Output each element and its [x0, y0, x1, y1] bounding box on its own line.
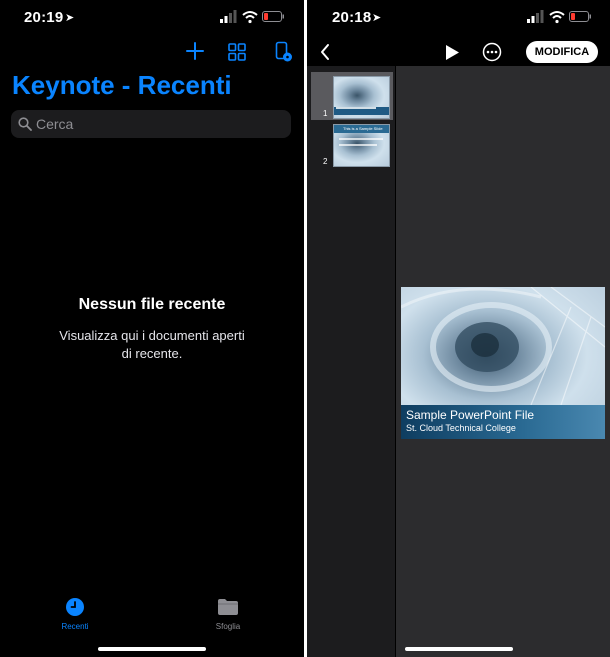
location-icon: ➤ — [65, 12, 75, 24]
empty-state-title: Nessun file recente — [78, 296, 226, 313]
grid-view-icon[interactable] — [228, 43, 246, 61]
status-bar: 20:19 ➤ — [0, 0, 304, 36]
slide-background-graphic — [401, 287, 605, 405]
document-options-icon[interactable] — [275, 41, 293, 63]
slide-subtitle: St. Cloud Technical College — [406, 423, 516, 433]
status-time: 20:19 — [24, 9, 64, 26]
status-bar: 20:18 ➤ — [307, 0, 610, 36]
empty-state-subtitle-line1: Visualizza qui i documenti aperti — [59, 328, 245, 343]
tab-recenti-label: Recenti — [61, 622, 89, 631]
page-title: Keynote - Recenti — [12, 70, 232, 100]
search-field[interactable]: Cerca — [11, 110, 291, 138]
empty-state-subtitle-line2: di recente. — [121, 346, 183, 361]
empty-state-subtitle: Visualizza qui i documenti aperti di rec… — [40, 327, 264, 363]
search-placeholder: Cerca — [36, 116, 74, 132]
status-icons — [527, 10, 591, 24]
folder-icon — [218, 599, 238, 615]
slide-thumbnail-2-title: This is a Sample Slide — [343, 126, 383, 131]
signal-icon — [527, 10, 544, 23]
more-options-icon[interactable] — [482, 42, 502, 62]
wifi-icon — [549, 11, 565, 24]
current-slide[interactable]: Sample PowerPoint File St. Cloud Technic… — [401, 287, 605, 439]
status-icons — [220, 10, 284, 24]
tab-recenti[interactable]: Recenti — [52, 597, 98, 631]
tab-sfoglia-label: Sfoglia — [215, 622, 241, 631]
edit-button[interactable]: MODIFICA — [526, 41, 598, 63]
presentation-viewer-screen: 20:18 ➤ MODIFICA 1 2 This is a Sample Sl… — [307, 0, 610, 657]
clock-icon — [66, 598, 84, 616]
slide-number-1: 1 — [323, 109, 328, 118]
tab-sfoglia[interactable]: Sfoglia — [205, 597, 251, 631]
back-chevron-icon[interactable] — [319, 43, 331, 61]
keynote-recents-screen: 20:19 ➤ Keynote - Recenti Cerca Nessun f… — [0, 0, 304, 657]
battery-icon — [262, 11, 284, 22]
home-indicator[interactable] — [98, 647, 206, 651]
location-icon: ➤ — [372, 12, 382, 24]
add-icon[interactable] — [186, 42, 204, 60]
slide-thumbnail-2[interactable]: This is a Sample Slide — [333, 124, 390, 167]
wifi-icon — [242, 11, 258, 24]
slide-title: Sample PowerPoint File — [406, 408, 535, 422]
slide-navigator: 1 2 This is a Sample Slide — [307, 66, 395, 657]
slide-number-2: 2 — [323, 157, 328, 166]
search-icon — [18, 117, 32, 131]
status-time: 20:18 — [332, 9, 372, 26]
play-icon[interactable] — [445, 44, 460, 61]
home-indicator[interactable] — [405, 647, 513, 651]
battery-icon — [569, 11, 591, 22]
signal-icon — [220, 10, 237, 23]
slide-thumbnail-1[interactable] — [333, 76, 390, 119]
